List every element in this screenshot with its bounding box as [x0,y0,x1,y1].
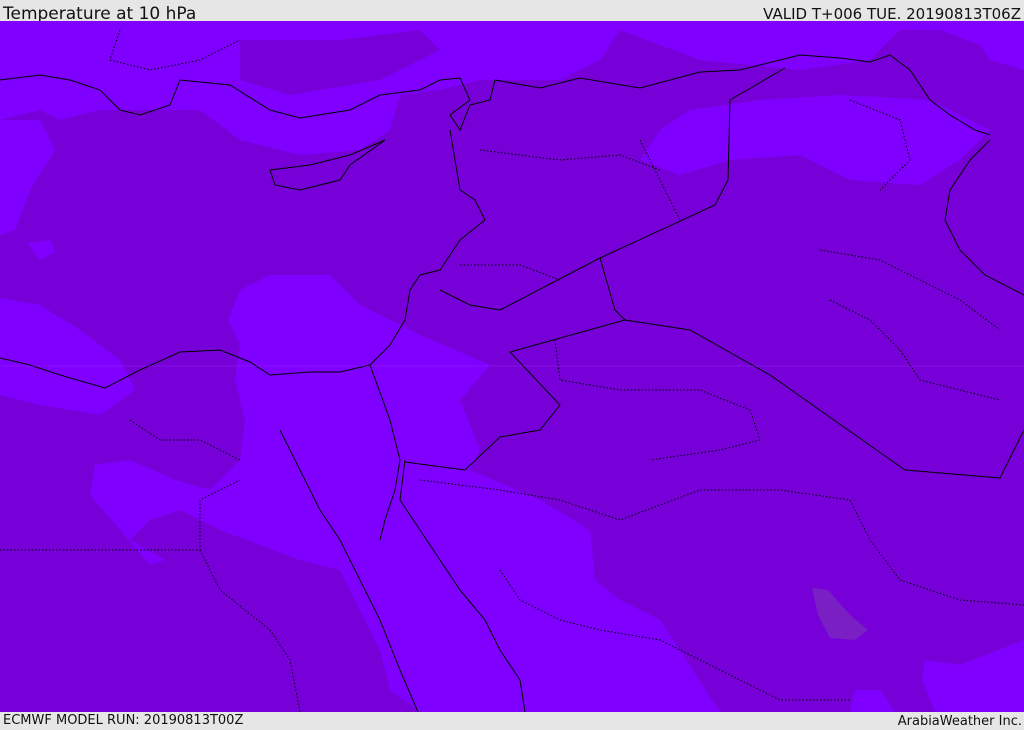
footer-bar: ECMWF MODEL RUN: 20190813T00Z ArabiaWeat… [0,712,1024,729]
credit: ArabiaWeather Inc. [897,714,1022,729]
model-run: ECMWF MODEL RUN: 20190813T00Z [3,713,244,728]
header-bar: Temperature at 10 hPa VALID T+006 TUE. 2… [0,0,1024,24]
temperature-map[interactable] [0,21,1024,712]
